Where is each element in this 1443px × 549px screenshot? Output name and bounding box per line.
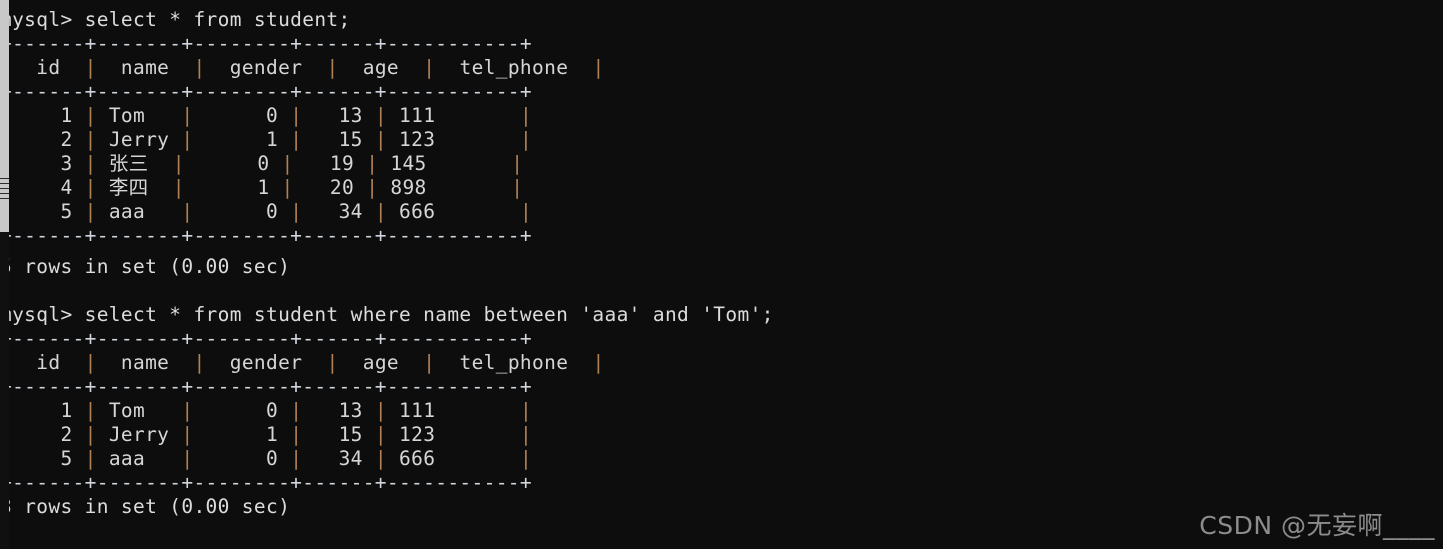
command-line-2: mysql> select * from student where name … [0,303,774,326]
table-row: | 5 | aaa | 0 | 34 | 666 | [0,200,533,223]
table-row: | 2 | Jerry | 1 | 15 | 123 | [0,423,533,446]
csdn-watermark: CSDN @无妄啊____ [1199,511,1435,540]
table-row: | 1 | Tom | 0 | 13 | 111 | [0,399,533,422]
table2-rule-bottom: +------+-------+--------+------+--------… [0,471,532,494]
table-row: | 4 | 李四 | 1 | 20 | 898 | [0,176,524,199]
table1-rule-mid: +------+-------+--------+------+--------… [0,80,532,103]
terminal-output: mysql> select * from student; +------+--… [0,0,1443,549]
table1-rule-bottom: +------+-------+--------+------+--------… [0,224,532,247]
status-line-1: 5 rows in set (0.00 sec) [0,255,291,278]
command-line-1: mysql> select * from student; [0,8,351,31]
table-row: | 5 | aaa | 0 | 34 | 666 | [0,447,533,470]
table1-rule-top: +------+-------+--------+------+--------… [0,32,532,55]
terminal-screen: mysql> select * from student; +------+--… [0,0,1443,549]
scrollbar[interactable] [0,0,9,549]
table-row: | 3 | 张三 | 0 | 19 | 145 | [0,152,524,175]
status-line-2: 3 rows in set (0.00 sec) [0,495,291,518]
table1-header-row: | id | name | gender | age | tel_phone | [0,56,605,79]
table2-header-row: | id | name | gender | age | tel_phone | [0,351,605,374]
scrollbar-ticks [0,178,9,208]
table2-rule-top: +------+-------+--------+------+--------… [0,327,532,350]
table-row: | 1 | Tom | 0 | 13 | 111 | [0,104,533,127]
table2-rule-mid: +------+-------+--------+------+--------… [0,375,532,398]
table-row: | 2 | Jerry | 1 | 15 | 123 | [0,128,533,151]
